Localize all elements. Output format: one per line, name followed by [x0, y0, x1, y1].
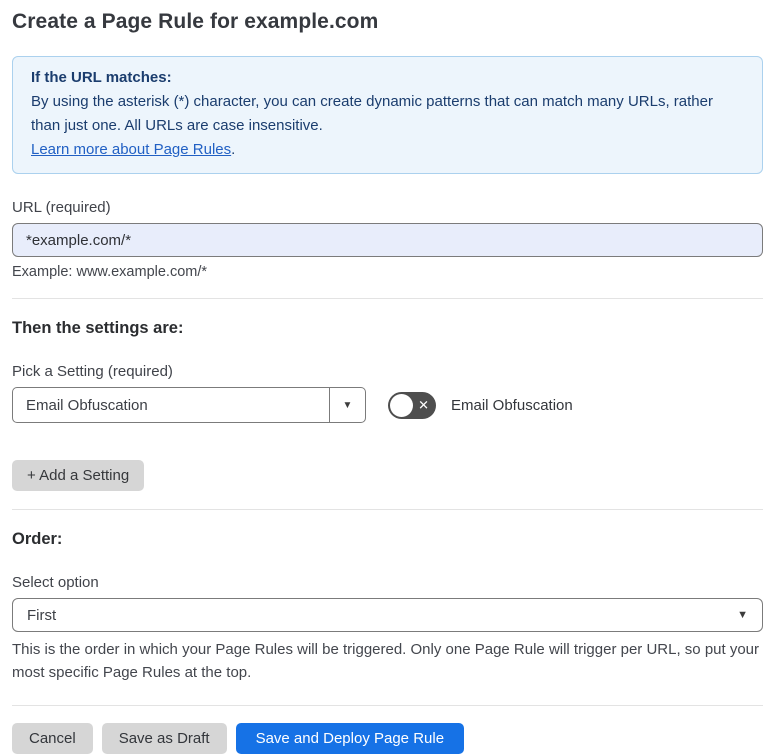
setting-dropdown[interactable]: Email Obfuscation ▼: [12, 387, 366, 423]
save-as-draft-button[interactable]: Save as Draft: [101, 723, 227, 754]
settings-section-heading: Then the settings are:: [12, 319, 184, 337]
url-field-label: URL (required): [12, 199, 111, 216]
pick-setting-label: Pick a Setting (required): [12, 363, 173, 380]
divider: [12, 298, 763, 299]
order-select[interactable]: First ▼: [12, 598, 763, 632]
footer-actions: Cancel Save as Draft Save and Deploy Pag…: [12, 723, 763, 754]
page-title: Create a Page Rule for example.com: [12, 10, 379, 33]
chevron-down-icon[interactable]: ▼: [329, 388, 365, 422]
save-and-deploy-button[interactable]: Save and Deploy Page Rule: [235, 723, 465, 754]
email-obfuscation-toggle[interactable]: ✕: [388, 391, 436, 419]
cancel-button[interactable]: Cancel: [12, 723, 93, 754]
divider: [12, 509, 763, 510]
setting-dropdown-value: Email Obfuscation: [26, 396, 148, 414]
link-suffix: .: [231, 141, 236, 158]
info-box-body: By using the asterisk (*) character, you…: [31, 93, 713, 134]
toggle-label: Email Obfuscation: [451, 396, 573, 414]
order-select-value: First: [27, 606, 57, 624]
info-box-heading: If the URL matches:: [31, 69, 172, 86]
url-match-info-box: If the URL matches: By using the asteris…: [12, 56, 763, 174]
url-example-text: Example: www.example.com/*: [12, 264, 208, 280]
add-setting-button[interactable]: + Add a Setting: [12, 460, 145, 491]
info-box-link-line: Learn more about Page Rules.: [31, 138, 744, 162]
order-select-label: Select option: [12, 574, 99, 591]
toggle-off-x-icon: ✕: [418, 397, 429, 413]
setting-row: Email Obfuscation ▼ ✕ Email Obfuscation: [12, 387, 763, 423]
url-input[interactable]: [12, 223, 763, 257]
order-section-heading: Order:: [12, 530, 63, 548]
order-help-text: This is the order in which your Page Rul…: [12, 641, 760, 681]
toggle-knob: [390, 393, 413, 417]
divider: [12, 705, 763, 706]
learn-more-link[interactable]: Learn more about Page Rules: [31, 141, 231, 158]
chevron-down-icon: ▼: [737, 609, 748, 621]
